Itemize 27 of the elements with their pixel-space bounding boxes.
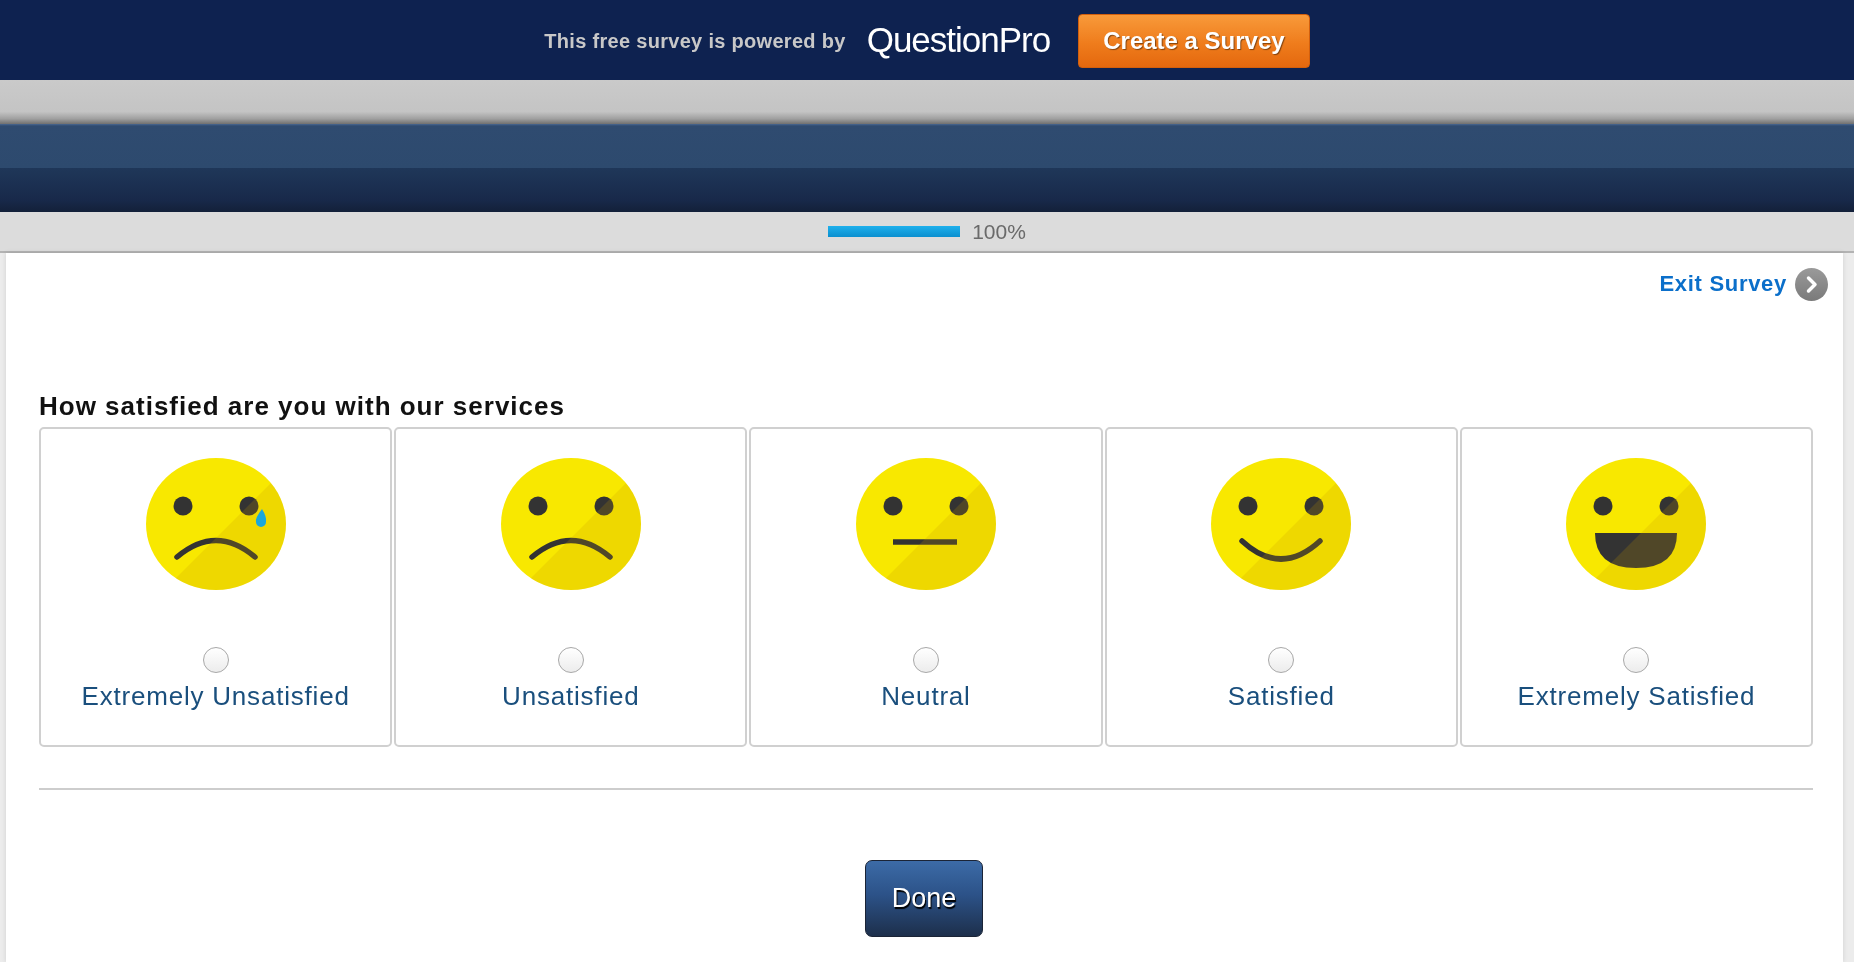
option-label: Unsatisfied bbox=[502, 681, 640, 711]
grinning-face-icon bbox=[1566, 458, 1707, 590]
option-label: Satisfied bbox=[1227, 681, 1335, 711]
sad-face-icon bbox=[500, 458, 641, 590]
chevron-right-icon bbox=[1795, 267, 1828, 301]
progress-percent: 100% bbox=[972, 219, 1026, 244]
option-label: Neutral bbox=[881, 681, 971, 711]
option-label: Extremely Satisfied bbox=[1517, 681, 1756, 711]
option-card[interactable]: Unsatisfied bbox=[394, 427, 748, 747]
option-card[interactable]: Extremely Satisfied bbox=[1459, 427, 1813, 747]
option-card[interactable]: Extremely Unsatisfied bbox=[39, 427, 393, 747]
crying-face-icon bbox=[145, 458, 286, 590]
radio-button[interactable] bbox=[1268, 647, 1295, 673]
option-card[interactable]: Satisfied bbox=[1104, 427, 1458, 747]
radio-button[interactable] bbox=[557, 647, 584, 673]
neutral-face-icon bbox=[856, 458, 996, 590]
radio-button[interactable] bbox=[1623, 647, 1650, 673]
exit-survey-link[interactable]: Exit Survey bbox=[1659, 267, 1828, 301]
smiling-face-icon bbox=[1211, 458, 1352, 590]
brand-logo: QuestionPro bbox=[866, 20, 1051, 60]
option-label: Extremely Unsatisfied bbox=[81, 681, 350, 711]
radio-button[interactable] bbox=[913, 647, 939, 673]
question-title: How satisfied are you with our services bbox=[39, 391, 565, 421]
done-button[interactable]: Done bbox=[865, 860, 983, 937]
option-card[interactable]: Neutral bbox=[749, 427, 1103, 747]
radio-button[interactable] bbox=[202, 647, 229, 673]
powered-by-text: This free survey is powered by bbox=[544, 29, 846, 53]
